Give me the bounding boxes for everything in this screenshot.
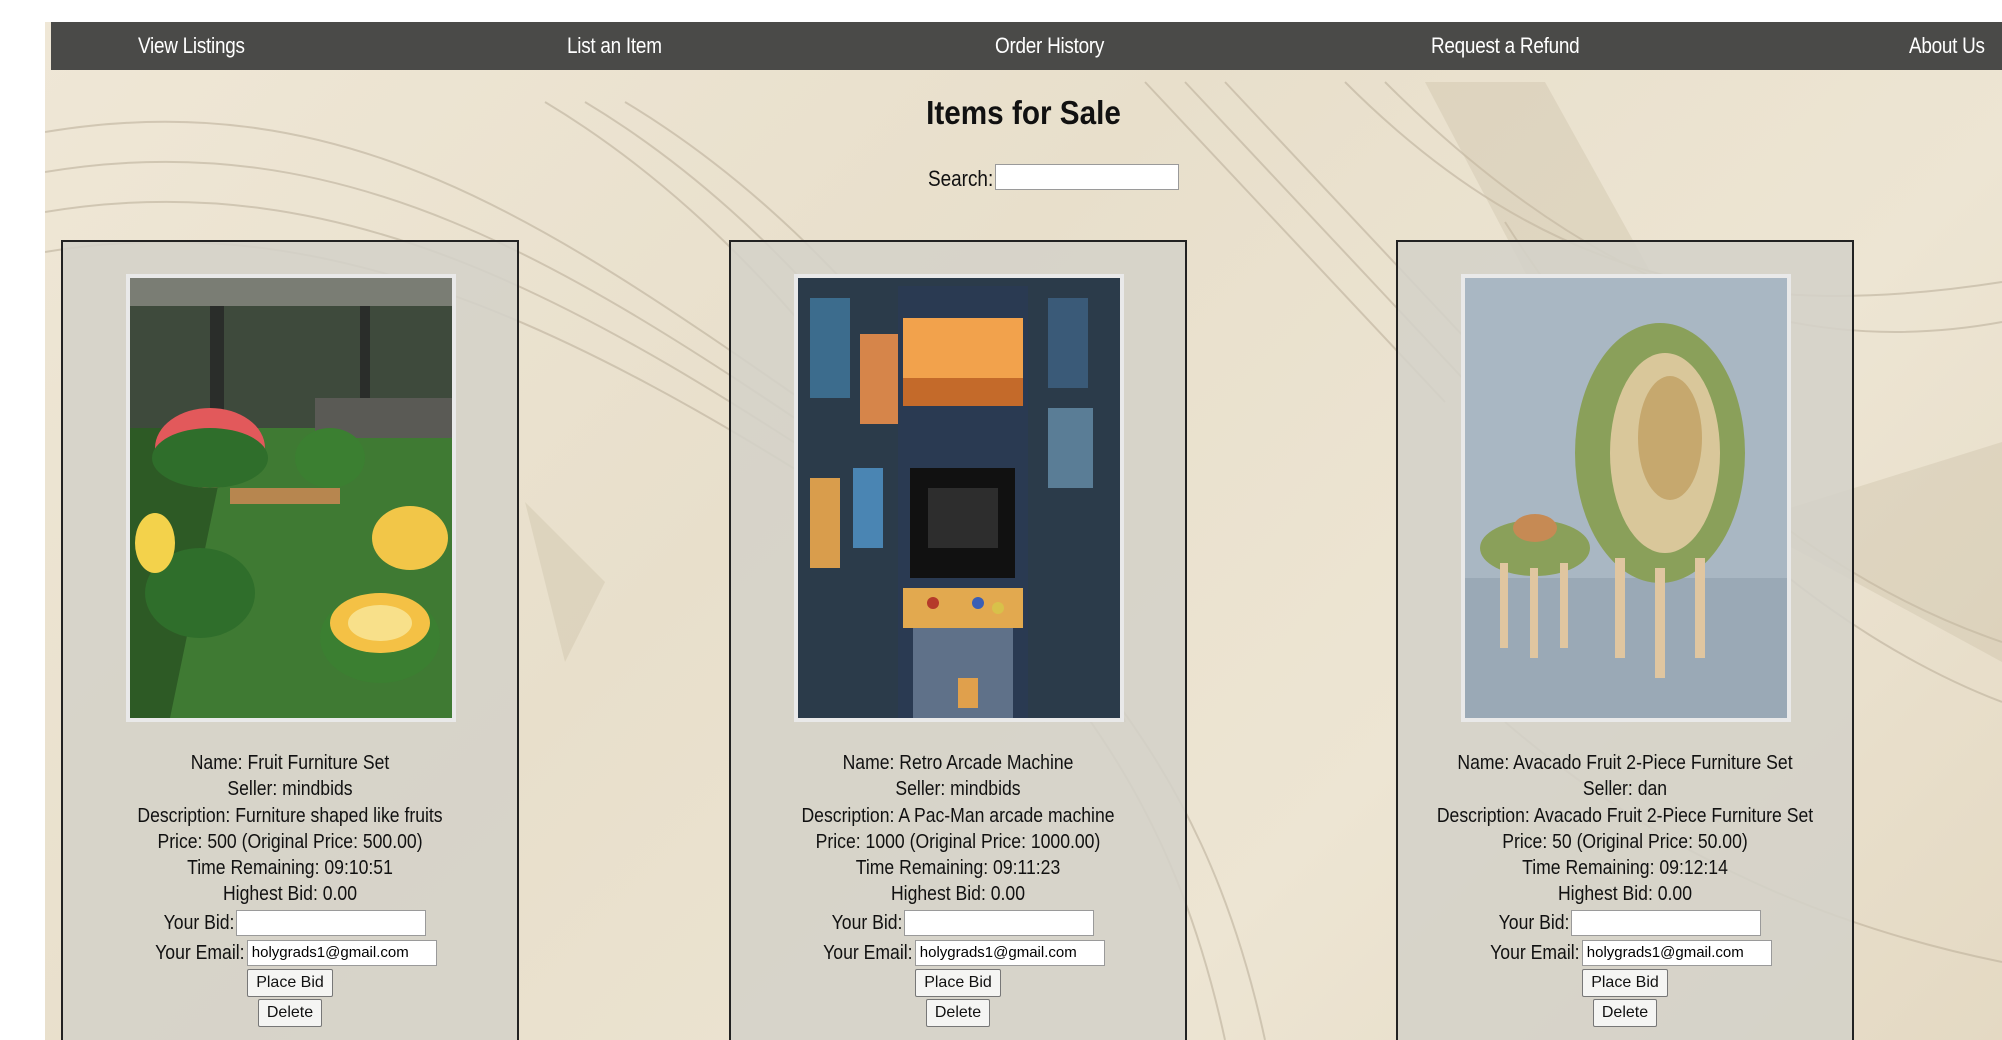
bid-row: Your Bid: <box>731 908 1185 938</box>
delete-button[interactable]: Delete <box>1592 998 1658 1027</box>
bid-row: Your Bid: <box>63 908 517 938</box>
bid-row: Your Bid: <box>1398 908 1852 938</box>
your-bid-input[interactable] <box>904 909 1095 936</box>
item-time-remaining: Time Remaining: 09:12:14 <box>1522 857 1728 880</box>
listing-info: Name: Retro Arcade Machine Seller: mindb… <box>731 750 1185 1028</box>
delete-row: Delete <box>63 998 517 1028</box>
item-seller: Seller: dan <box>1582 778 1668 801</box>
your-email-label: Your Email: <box>823 941 913 964</box>
avocado-chair-photo <box>1461 274 1791 722</box>
item-highest-bid: Highest Bid: 0.00 <box>890 883 1026 906</box>
item-price: Price: 500 (Original Price: 500.00) <box>157 830 423 853</box>
item-description: Description: Avacado Fruit 2-Piece Furni… <box>1436 804 1814 827</box>
search-input[interactable] <box>995 164 1179 190</box>
nav-order-history[interactable]: Order History <box>995 22 1104 70</box>
nav-list-an-item[interactable]: List an Item <box>567 22 662 70</box>
item-seller: Seller: mindbids <box>227 778 353 801</box>
item-price: Price: 1000 (Original Price: 1000.00) <box>815 830 1101 853</box>
item-price: Price: 50 (Original Price: 50.00) <box>1502 830 1748 853</box>
listing-card: Name: Retro Arcade Machine Seller: mindb… <box>729 240 1187 1040</box>
place-bid-button[interactable]: Place Bid <box>247 968 333 997</box>
your-email-label: Your Email: <box>155 941 245 964</box>
item-highest-bid: Highest Bid: 0.00 <box>222 883 358 906</box>
email-row: Your Email: <box>731 938 1185 968</box>
item-time-remaining: Time Remaining: 09:10:51 <box>187 857 393 880</box>
listing-card: Name: Fruit Furniture Set Seller: mindbi… <box>61 240 519 1040</box>
your-email-input[interactable] <box>246 939 437 966</box>
listing-info: Name: Fruit Furniture Set Seller: mindbi… <box>63 750 517 1028</box>
nav-request-refund[interactable]: Request a Refund <box>1431 22 1580 70</box>
your-email-label: Your Email: <box>1490 941 1580 964</box>
nav-view-listings[interactable]: View Listings <box>138 22 245 70</box>
item-highest-bid: Highest Bid: 0.00 <box>1557 883 1693 906</box>
page-title: Items for Sale <box>926 94 1121 131</box>
place-bid-row: Place Bid <box>731 968 1185 998</box>
item-time-remaining: Time Remaining: 09:11:23 <box>855 857 1061 880</box>
place-bid-button[interactable]: Place Bid <box>915 968 1001 997</box>
listing-card: Name: Avacado Fruit 2-Piece Furniture Se… <box>1396 240 1854 1040</box>
delete-button[interactable]: Delete <box>925 998 991 1027</box>
arcade-machine-photo <box>794 274 1124 722</box>
your-bid-input[interactable] <box>236 909 427 936</box>
email-row: Your Email: <box>1398 938 1852 968</box>
delete-row: Delete <box>731 998 1185 1028</box>
item-name: Name: Fruit Furniture Set <box>190 752 390 774</box>
your-bid-label: Your Bid: <box>163 911 235 934</box>
your-email-input[interactable] <box>1581 939 1772 966</box>
email-row: Your Email: <box>63 938 517 968</box>
nav-about-us[interactable]: About Us <box>1909 22 1985 70</box>
item-name: Name: Avacado Fruit 2-Piece Furniture Se… <box>1457 752 1793 774</box>
delete-row: Delete <box>1398 998 1852 1028</box>
your-email-input[interactable] <box>914 939 1105 966</box>
your-bid-label: Your Bid: <box>831 911 903 934</box>
fruit-furniture-photo <box>126 274 456 722</box>
item-seller: Seller: mindbids <box>895 778 1021 801</box>
place-bid-row: Place Bid <box>1398 968 1852 998</box>
your-bid-input[interactable] <box>1571 909 1762 936</box>
your-bid-label: Your Bid: <box>1498 911 1570 934</box>
place-bid-button[interactable]: Place Bid <box>1582 968 1668 997</box>
item-description: Description: Furniture shaped like fruit… <box>137 804 443 827</box>
search-label: Search: <box>928 166 994 191</box>
place-bid-row: Place Bid <box>63 968 517 998</box>
top-navbar: View Listings List an Item Order History… <box>51 22 2002 70</box>
search-row: Search: <box>45 162 2002 196</box>
listing-info: Name: Avacado Fruit 2-Piece Furniture Se… <box>1398 750 1852 1028</box>
item-description: Description: A Pac-Man arcade machine <box>801 804 1115 827</box>
item-name: Name: Retro Arcade Machine <box>842 752 1074 774</box>
page-frame: View Listings List an Item Order History… <box>45 22 2002 1040</box>
delete-button[interactable]: Delete <box>257 998 323 1027</box>
